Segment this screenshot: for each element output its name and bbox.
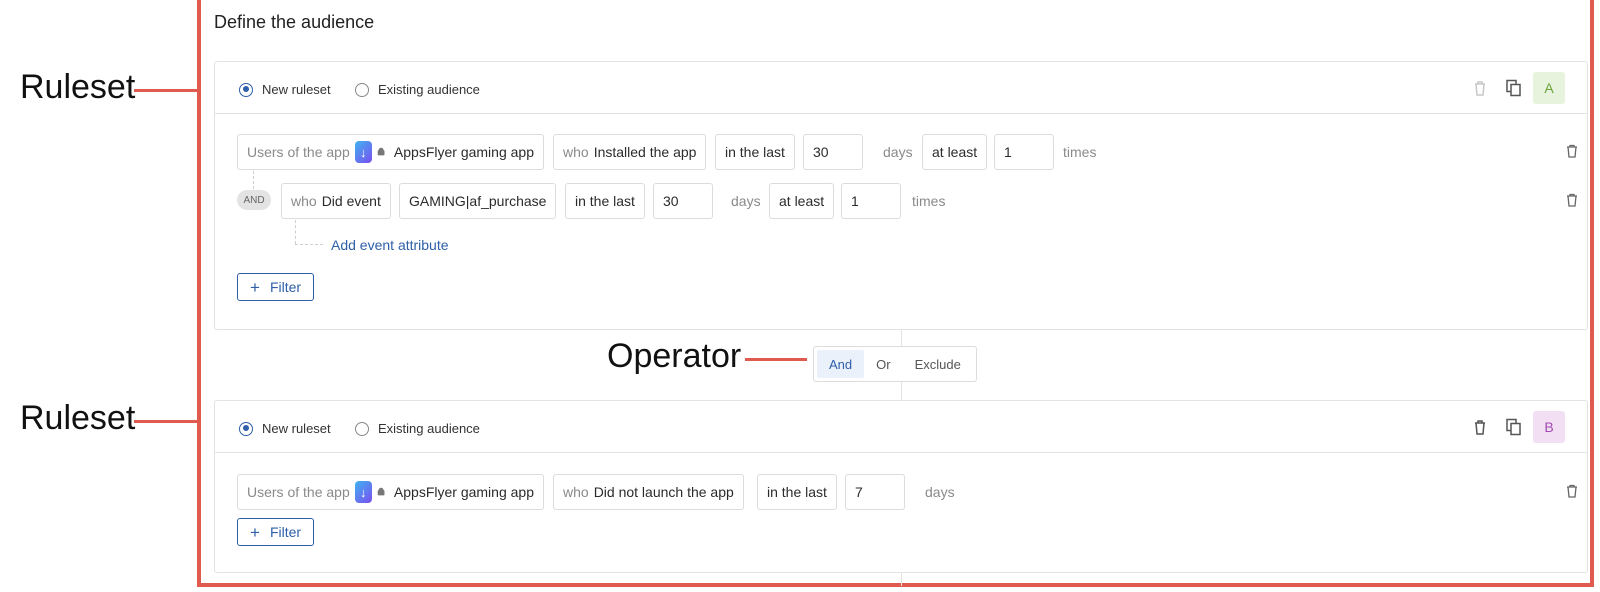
ruleset-annotation-2: Ruleset xyxy=(20,399,136,437)
users-of-app-selector[interactable]: Users of the app ↓ AppsFlyer gaming app xyxy=(237,134,544,170)
and-connector-line xyxy=(253,171,254,189)
event-action-selector[interactable]: who Did event xyxy=(281,183,391,219)
ruleset-a: New ruleset Existing audience A Users of… xyxy=(214,61,1588,330)
radio-new-ruleset[interactable]: New ruleset xyxy=(239,421,331,436)
connector-line-bottom xyxy=(901,572,902,586)
period-value-input[interactable]: 30 xyxy=(803,134,863,170)
trash-icon[interactable] xyxy=(1471,418,1489,436)
period-selector[interactable]: in the last xyxy=(715,134,795,170)
delete-rule-icon[interactable] xyxy=(1565,193,1579,207)
ruleset-b: New ruleset Existing audience B Users of… xyxy=(214,400,1588,573)
ios-app-icon: ↓ xyxy=(354,481,372,503)
operator-or[interactable]: Or xyxy=(864,350,902,378)
radio-existing-audience-label: Existing audience xyxy=(378,421,480,436)
radio-new-ruleset-label: New ruleset xyxy=(262,421,331,436)
frequency-selector[interactable]: at least xyxy=(769,183,835,219)
add-filter-label: Filter xyxy=(269,524,302,540)
radio-existing-audience-label: Existing audience xyxy=(378,82,480,97)
frequency-unit-label: times xyxy=(1063,144,1097,160)
and-badge: AND xyxy=(237,190,271,210)
period-unit-label: days xyxy=(925,484,955,500)
who-label: who xyxy=(563,144,589,160)
users-of-app-label: Users of the app xyxy=(247,484,350,500)
frequency-value-input[interactable]: 1 xyxy=(994,134,1054,170)
ruleset-annotation-1: Ruleset xyxy=(20,68,136,106)
radio-new-ruleset[interactable]: New ruleset xyxy=(239,82,331,97)
action-value: Installed the app xyxy=(593,144,697,160)
who-label: who xyxy=(291,193,317,209)
period-unit-label: days xyxy=(883,144,913,160)
android-icon xyxy=(377,147,385,156)
action-selector[interactable]: who Installed the app xyxy=(553,134,707,170)
android-icon xyxy=(377,487,385,496)
attribute-connector-line xyxy=(295,220,296,244)
ruleset-badge: B xyxy=(1533,411,1565,443)
action-selector[interactable]: who Did not launch the app xyxy=(553,474,744,510)
page-title: Define the audience xyxy=(214,12,375,32)
radio-unselected-icon xyxy=(355,421,369,436)
delete-rule-icon[interactable] xyxy=(1565,144,1579,158)
period-unit-label: days xyxy=(731,193,761,209)
ruleset-badge: A xyxy=(1533,72,1565,104)
operator-exclude[interactable]: Exclude xyxy=(903,350,973,378)
duplicate-icon[interactable] xyxy=(1505,79,1523,97)
period-selector[interactable]: in the last xyxy=(565,183,645,219)
ruleset-annotation-line-2 xyxy=(134,420,197,423)
operator-toggle: And Or Exclude xyxy=(813,346,977,382)
who-label: who xyxy=(563,484,589,500)
frequency-selector[interactable]: at least xyxy=(922,134,988,170)
period-selector[interactable]: in the last xyxy=(757,474,837,510)
radio-new-ruleset-label: New ruleset xyxy=(262,82,331,97)
action-value: Did event xyxy=(321,193,381,209)
radio-selected-icon xyxy=(239,82,253,97)
period-value-input[interactable]: 30 xyxy=(653,183,713,219)
radio-existing-audience[interactable]: Existing audience xyxy=(355,82,480,97)
users-of-app-selector[interactable]: Users of the app ↓ AppsFlyer gaming app xyxy=(237,474,544,510)
delete-rule-icon[interactable] xyxy=(1565,484,1579,498)
attribute-connector-line xyxy=(295,244,323,245)
ruleset-header: New ruleset Existing audience B xyxy=(215,401,1587,453)
period-value-input[interactable]: 7 xyxy=(845,474,905,510)
users-of-app-label: Users of the app xyxy=(247,144,350,160)
add-filter-button[interactable]: + Filter xyxy=(237,273,315,301)
add-filter-label: Filter xyxy=(269,279,302,295)
plus-icon: + xyxy=(250,522,260,542)
frequency-unit-label: times xyxy=(912,193,946,209)
app-name: AppsFlyer gaming app xyxy=(393,484,534,500)
radio-existing-audience[interactable]: Existing audience xyxy=(355,421,480,436)
action-value: Did not launch the app xyxy=(593,484,734,500)
radio-unselected-icon xyxy=(355,82,369,97)
add-event-attribute-link[interactable]: Add event attribute xyxy=(331,237,449,253)
ruleset-header: New ruleset Existing audience A xyxy=(215,62,1587,114)
ios-app-icon: ↓ xyxy=(354,141,372,163)
duplicate-icon[interactable] xyxy=(1505,418,1523,436)
ruleset-annotation-line-1 xyxy=(134,89,197,92)
add-filter-button[interactable]: + Filter xyxy=(237,518,315,546)
plus-icon: + xyxy=(250,277,260,297)
event-selector[interactable]: GAMING|af_purchase xyxy=(399,183,557,219)
app-name: AppsFlyer gaming app xyxy=(393,144,534,160)
frequency-value-input[interactable]: 1 xyxy=(841,183,901,219)
operator-and[interactable]: And xyxy=(817,350,865,378)
radio-selected-icon xyxy=(239,421,253,436)
trash-icon[interactable] xyxy=(1471,79,1489,97)
